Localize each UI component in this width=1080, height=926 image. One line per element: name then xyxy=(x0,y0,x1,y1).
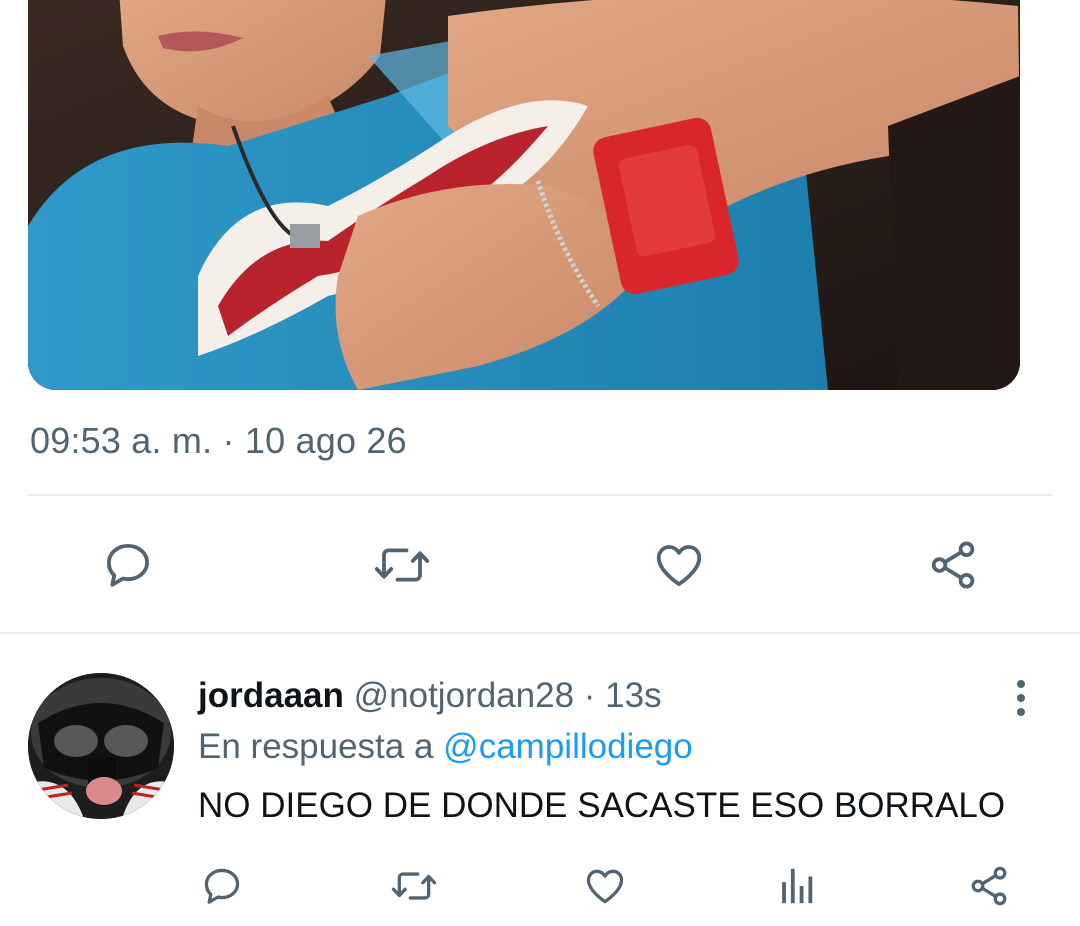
reply-icon xyxy=(204,868,240,904)
retweet-icon xyxy=(374,548,430,582)
share-icon xyxy=(971,866,1007,906)
reply-like-button[interactable] xyxy=(580,862,630,910)
reply-header: jordaaan @notjordan28 · 13s xyxy=(198,676,662,716)
tweet-photo[interactable] xyxy=(28,0,1020,390)
divider xyxy=(28,494,1052,496)
replying-to-line: En respuesta a @campillodiego xyxy=(198,727,693,767)
reply-icon xyxy=(106,543,150,587)
retweet-icon xyxy=(391,872,437,900)
retweet-button[interactable] xyxy=(368,536,436,594)
more-vertical-icon xyxy=(1017,680,1025,716)
tweet-timestamp[interactable]: 09:53 a. m. · 10 ago 26 xyxy=(30,420,407,462)
separator-dot: · xyxy=(583,676,596,715)
replying-mention[interactable]: @campillodiego xyxy=(443,727,693,766)
reply-share-button[interactable] xyxy=(964,862,1014,910)
divider xyxy=(0,632,1080,634)
heart-icon xyxy=(586,869,624,904)
reply-retweet-button[interactable] xyxy=(386,862,442,910)
share-button[interactable] xyxy=(922,536,984,594)
reply-text: NO DIEGO DE DONDE SACASTE ESO BORRALO xyxy=(198,786,1006,825)
heart-icon xyxy=(656,545,702,587)
replying-prefix: En respuesta a xyxy=(198,727,434,766)
analytics-icon xyxy=(782,868,813,904)
reply-time-ago[interactable]: 13s xyxy=(605,676,661,715)
like-button[interactable] xyxy=(648,536,710,594)
share-icon xyxy=(931,541,975,589)
reply-analytics-button[interactable] xyxy=(774,862,820,910)
reply-reply-button[interactable] xyxy=(196,862,248,910)
reply-display-name[interactable]: jordaaan xyxy=(198,676,344,715)
photo-illustration xyxy=(28,0,1020,390)
reply-avatar[interactable] xyxy=(28,673,174,819)
reply-button[interactable] xyxy=(96,536,160,594)
reply-handle[interactable]: @notjordan28 xyxy=(354,676,574,715)
more-options-button[interactable] xyxy=(1004,678,1038,718)
avatar-image xyxy=(28,673,174,819)
